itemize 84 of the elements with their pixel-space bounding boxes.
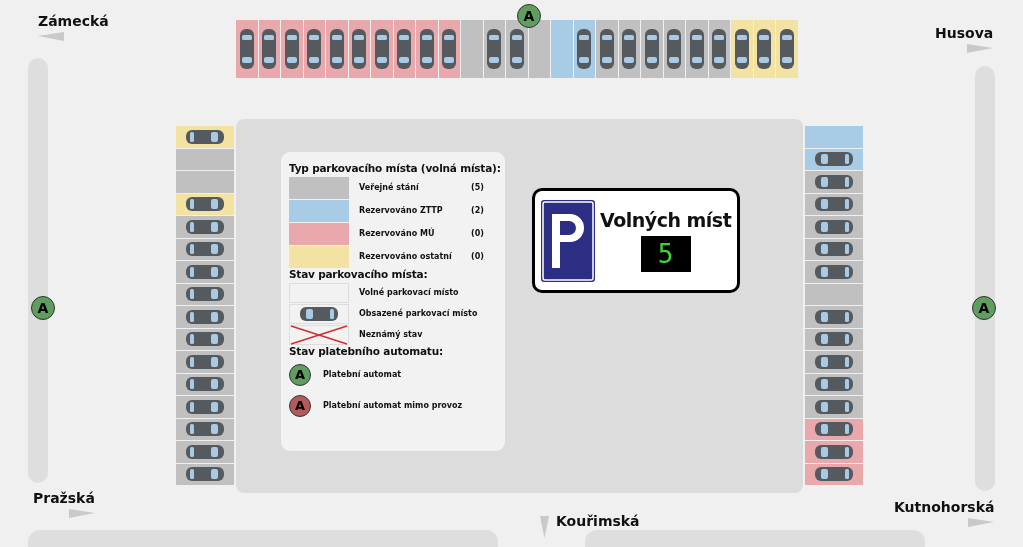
car-icon — [815, 264, 853, 279]
car-icon — [186, 264, 224, 279]
car-icon — [186, 467, 224, 482]
car-icon — [577, 29, 592, 69]
street-name: Husova — [935, 25, 994, 41]
payment-machine[interactable]: A — [517, 4, 541, 28]
car-icon — [487, 29, 502, 69]
car-icon — [186, 242, 224, 257]
direction-arrow-icon — [38, 32, 64, 41]
parking-sign-icon — [541, 199, 595, 282]
unknown-spot-icon — [289, 324, 349, 345]
car-icon — [644, 29, 659, 69]
car-icon — [815, 377, 853, 392]
car-icon — [815, 219, 853, 234]
car-icon — [667, 29, 682, 69]
car-icon — [815, 309, 853, 324]
legend-heading: Typ parkovacího místa (volná místa): — [289, 162, 499, 174]
legend-label: Neznámý stav — [359, 330, 424, 339]
car-icon — [815, 422, 853, 437]
car-icon — [374, 29, 389, 69]
free-count: (0) — [471, 252, 485, 261]
car-icon — [186, 309, 224, 324]
payment-machine[interactable]: A — [972, 296, 996, 320]
car-icon — [186, 332, 224, 347]
car-icon — [186, 399, 224, 414]
legend-label: Veřejné stání — [359, 183, 420, 192]
street-name: Pražská — [33, 490, 95, 506]
legend-label: Rezervováno MÚ — [359, 229, 436, 238]
car-icon — [757, 29, 772, 69]
car-icon — [186, 354, 224, 369]
payment-machine-icon: A — [289, 394, 311, 417]
direction-arrow-icon — [540, 516, 549, 538]
legend-label: Rezervováno ostatní — [359, 252, 453, 261]
car-icon — [352, 29, 367, 69]
sign-title: Volných míst — [600, 209, 732, 231]
free-count-display: 5 — [640, 236, 691, 272]
car-icon — [815, 152, 853, 167]
legend-heading: Stav parkovacího místa: — [289, 268, 429, 280]
car-icon — [622, 29, 637, 69]
car-icon — [815, 467, 853, 482]
car-icon — [307, 29, 322, 69]
car-icon — [815, 399, 853, 414]
legend-label: Platební automat mimo provoz — [323, 401, 464, 410]
car-icon — [397, 29, 412, 69]
car-icon — [815, 332, 853, 347]
car-icon — [239, 29, 254, 69]
free-count: (5) — [471, 183, 485, 192]
car-icon — [815, 444, 853, 459]
car-icon — [779, 29, 794, 69]
car-icon — [734, 29, 749, 69]
direction-arrow-icon — [68, 509, 95, 518]
legend-heading: Stav platebního automatu: — [289, 345, 444, 357]
car-icon — [262, 29, 277, 69]
legend-label: Platební automat — [323, 370, 403, 379]
car-icon — [599, 29, 614, 69]
car-icon — [186, 287, 224, 302]
street-name: Kutnohorská — [894, 499, 995, 515]
car-icon — [419, 29, 434, 69]
legend-label: Volné parkovací místo — [359, 288, 460, 297]
car-icon — [689, 29, 704, 69]
car-icon — [815, 354, 853, 369]
payment-machine-icon: A — [289, 363, 311, 386]
street-name: Zámecká — [38, 13, 109, 29]
car-icon — [815, 242, 853, 257]
car-icon — [329, 29, 344, 69]
car-icon — [186, 129, 224, 144]
car-icon — [186, 444, 224, 459]
car-icon — [815, 197, 853, 212]
car-icon — [186, 377, 224, 392]
payment-machine[interactable]: A — [31, 296, 55, 320]
free-count: (2) — [471, 206, 485, 215]
car-icon — [186, 219, 224, 234]
car-icon — [509, 29, 524, 69]
car-icon — [186, 197, 224, 212]
car-icon — [712, 29, 727, 69]
car-icon — [442, 29, 457, 69]
car-icon — [815, 174, 853, 189]
occupied-spot-icon — [289, 303, 349, 324]
legend-label: Obsazené parkovací místo — [359, 309, 479, 318]
car-icon — [284, 29, 299, 69]
free-count: (0) — [471, 229, 485, 238]
legend-label: Rezervováno ZTTP — [359, 206, 444, 215]
street-name: Kouřimská — [556, 513, 640, 529]
car-icon — [186, 422, 224, 437]
